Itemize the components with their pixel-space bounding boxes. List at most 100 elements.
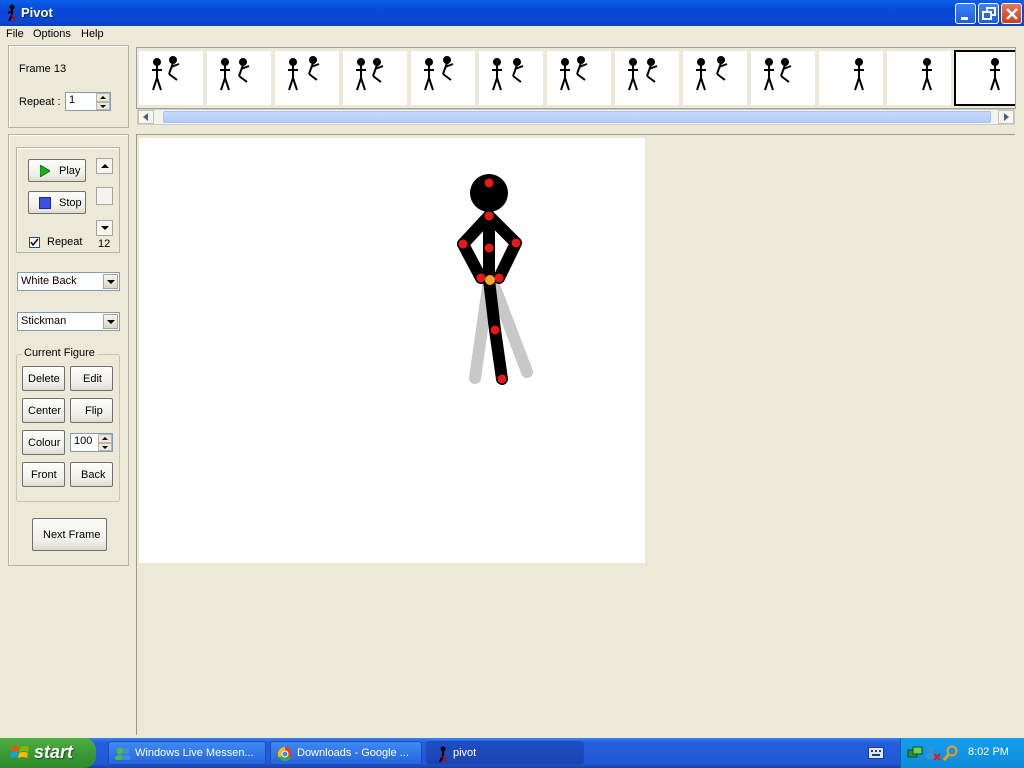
timeline-scrollbar[interactable] <box>137 109 1015 125</box>
speed-up-button[interactable] <box>96 158 113 174</box>
timeline-frame-thumb[interactable] <box>683 51 747 105</box>
repeat-spinner[interactable]: 1 <box>65 92 111 111</box>
timeline-frame-thumb[interactable] <box>207 51 271 105</box>
repeat-label: Repeat : <box>19 96 61 108</box>
start-button[interactable]: start <box>0 738 96 768</box>
joint-handle[interactable] <box>490 325 500 335</box>
timeline-frame-thumb[interactable] <box>343 51 407 105</box>
timeline-frame-thumb[interactable] <box>887 51 951 105</box>
timeline-frame-thumb[interactable] <box>751 51 815 105</box>
repeat-checkbox-label: Repeat <box>47 236 83 248</box>
scrollbar-thumb[interactable] <box>163 111 991 123</box>
close-button[interactable] <box>1001 3 1022 24</box>
checkmark-icon <box>30 238 39 247</box>
stop-button[interactable]: Stop <box>28 191 86 214</box>
restore-icon <box>982 7 996 20</box>
keyboard-icon[interactable] <box>868 747 884 759</box>
current-figure-legend: Current Figure <box>22 347 97 359</box>
background-select[interactable]: White Back <box>17 272 120 291</box>
spin-up-icon[interactable] <box>96 93 110 102</box>
speed-slider[interactable] <box>96 158 113 236</box>
next-frame-button[interactable]: Next Frame <box>32 518 107 551</box>
task-google-chrome[interactable]: Downloads - Google ... <box>270 741 422 765</box>
chevron-down-icon[interactable] <box>103 274 118 289</box>
timeline-frame-thumb[interactable] <box>275 51 339 105</box>
front-button[interactable]: Front <box>22 462 65 487</box>
root-handle[interactable] <box>485 275 495 285</box>
scroll-left-button[interactable] <box>138 110 154 124</box>
search-icon[interactable] <box>943 745 959 761</box>
repeat-value: 1 <box>69 94 76 106</box>
windows-logo-icon <box>10 746 29 758</box>
delete-button[interactable]: Delete <box>22 366 65 391</box>
window-title: Pivot <box>21 5 53 20</box>
menu-options[interactable]: Options <box>33 28 71 40</box>
joint-handle[interactable] <box>484 211 494 221</box>
animation-canvas[interactable] <box>139 138 645 563</box>
arrow-left-icon <box>143 113 148 121</box>
system-tray: 8:02 PM <box>900 738 1024 768</box>
play-button[interactable]: Play <box>28 159 86 182</box>
stickman-shin <box>489 324 508 385</box>
arrow-up-icon <box>101 164 109 168</box>
joint-handle[interactable] <box>494 273 504 283</box>
task-pivot[interactable]: pivot <box>426 741 584 765</box>
scroll-right-button[interactable] <box>998 110 1014 124</box>
timeline-frame-thumb[interactable] <box>411 51 475 105</box>
colour-value: 100 <box>74 435 93 447</box>
spin-down-icon[interactable] <box>96 101 110 110</box>
frame-timeline <box>136 47 1016 109</box>
minimize-button[interactable] <box>955 3 976 24</box>
joint-handle[interactable] <box>458 239 468 249</box>
edit-button[interactable]: Edit <box>70 366 113 391</box>
timeline-frame-thumb[interactable] <box>954 50 1016 106</box>
flip-button[interactable]: Flip <box>70 398 113 423</box>
speed-value: 12 <box>98 238 111 250</box>
joint-handle[interactable] <box>497 374 507 384</box>
colour-button[interactable]: Colour <box>22 430 65 455</box>
menu-help[interactable]: Help <box>81 28 104 40</box>
back-button[interactable]: Back <box>70 462 113 487</box>
close-icon <box>1006 8 1018 20</box>
joint-handle[interactable] <box>511 238 521 248</box>
stickman-forearm-right <box>493 237 522 284</box>
stickman-figure[interactable] <box>139 138 645 563</box>
spin-up-icon[interactable] <box>98 434 112 443</box>
messenger-icon <box>115 747 131 760</box>
colour-spinner[interactable]: 100 <box>70 433 113 452</box>
timeline-frame-thumb[interactable] <box>615 51 679 105</box>
stop-icon <box>39 197 51 209</box>
current-figure-group: Current Figure Delete Edit Center Flip C… <box>16 347 120 502</box>
joint-handle[interactable] <box>484 178 494 188</box>
speed-down-button[interactable] <box>96 220 113 236</box>
restore-button[interactable] <box>978 3 999 24</box>
timeline-frame-thumb[interactable] <box>139 51 203 105</box>
clock: 8:02 PM <box>968 746 1009 758</box>
frame-info-panel: Frame 13 Repeat : 1 <box>8 45 129 128</box>
arrow-right-icon <box>1004 113 1009 121</box>
network-icon[interactable] <box>907 745 923 761</box>
timeline-frame-thumb[interactable] <box>547 51 611 105</box>
timeline-frame-thumb[interactable] <box>819 51 883 105</box>
messenger-status-icon[interactable] <box>925 745 941 761</box>
chevron-down-icon[interactable] <box>103 314 118 329</box>
arrow-down-icon <box>101 226 109 230</box>
timeline-frame-thumb[interactable] <box>479 51 543 105</box>
chrome-icon <box>277 746 292 762</box>
stickman-icon <box>7 4 16 22</box>
frame-thumbnails <box>139 50 1016 106</box>
center-button[interactable]: Center <box>22 398 65 423</box>
repeat-checkbox[interactable] <box>29 237 40 248</box>
spin-down-icon[interactable] <box>98 442 112 451</box>
speed-slider-thumb[interactable] <box>96 187 113 205</box>
frame-number-label: Frame 13 <box>19 63 67 75</box>
task-windows-live-messenger[interactable]: Windows Live Messen... <box>108 741 266 765</box>
stickman-thigh <box>483 274 501 336</box>
menu-file[interactable]: File <box>6 28 24 40</box>
joint-handle[interactable] <box>476 273 486 283</box>
taskbar: start Windows Live Messen... Downloads -… <box>0 738 1024 768</box>
minimize-icon <box>961 17 968 20</box>
figure-type-select[interactable]: Stickman <box>17 312 120 331</box>
play-icon <box>40 165 50 177</box>
joint-handle[interactable] <box>484 243 494 253</box>
